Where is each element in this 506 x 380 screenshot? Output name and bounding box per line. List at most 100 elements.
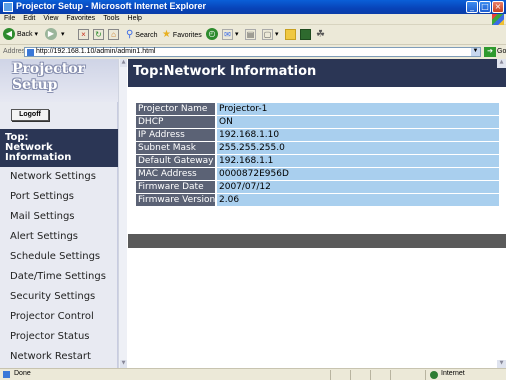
maximize-button[interactable]: □ (479, 1, 491, 13)
table-row: Projector Name Projector-1 (136, 103, 499, 115)
address-input[interactable]: http://192.168.1.10/admin/admin1.html ▼ (24, 47, 481, 57)
windows-logo-icon (492, 14, 504, 25)
edit-button[interactable]: ▢ ▾ (262, 28, 278, 42)
search-button[interactable]: ⚲ Search (126, 28, 157, 42)
print-button[interactable]: ▤ (245, 28, 256, 42)
internet-zone-icon (430, 371, 438, 379)
print-icon: ▤ (245, 28, 256, 40)
footer-bar (128, 234, 506, 248)
row-value: 2007/07/12 (217, 181, 499, 193)
sidebar-item-network-restart[interactable]: Network Restart (0, 347, 118, 367)
go-button[interactable]: Go (497, 48, 506, 55)
sidebar-item-mail-settings[interactable]: Mail Settings (0, 207, 118, 227)
logo-area: Projector Setup (0, 59, 118, 102)
main-scroll-up-icon[interactable]: ▲ (497, 59, 506, 68)
stop-button[interactable]: × (78, 28, 89, 42)
table-row: IP Address 192.168.1.10 (136, 129, 499, 141)
logoff-button[interactable]: Logoff (11, 109, 49, 121)
folder-button[interactable] (285, 28, 296, 42)
star-icon: ★ (162, 29, 171, 40)
menu-file[interactable]: File (0, 14, 19, 22)
projector-setup-logo: Projector Setup (12, 61, 85, 93)
row-label: Subnet Mask (136, 142, 215, 154)
minimize-button[interactable]: _ (466, 1, 478, 13)
menu-view[interactable]: View (39, 14, 62, 22)
favorites-label: Favorites (172, 32, 202, 39)
menu-favorites[interactable]: Favorites (62, 14, 99, 22)
sidebar-item-datetime-settings[interactable]: Date/Time Settings (0, 267, 118, 287)
row-label: Firmware Date (136, 181, 215, 193)
network-info-table: Projector Name Projector-1 DHCP ON IP Ad… (136, 103, 499, 207)
row-value: 2.06 (217, 194, 499, 206)
forward-button[interactable]: ▶ ▾ (45, 28, 64, 42)
sidebar-scrollbar[interactable]: ▲ ▼ (118, 59, 127, 368)
scroll-down-icon[interactable]: ▼ (120, 360, 127, 368)
close-button[interactable]: × (492, 1, 504, 13)
sidebar-item-schedule-settings[interactable]: Schedule Settings (0, 247, 118, 267)
status-divider (425, 370, 426, 380)
menu-edit[interactable]: Edit (19, 14, 39, 22)
mail-icon: ✉ (222, 28, 233, 40)
research-icon (300, 28, 311, 40)
favorites-button[interactable]: ★ Favorites (162, 28, 202, 42)
sidebar-item-projector-status[interactable]: Projector Status (0, 327, 118, 347)
table-row: MAC Address 0000872E956D (136, 168, 499, 180)
row-label: Default Gateway (136, 155, 215, 167)
menu-bar: File Edit View Favorites Tools Help (0, 14, 506, 25)
status-divider (370, 370, 371, 380)
folder-icon (285, 28, 296, 40)
home-icon: ⌂ (108, 28, 119, 40)
row-label: Firmware Version (136, 194, 215, 206)
table-row: DHCP ON (136, 116, 499, 128)
page-content: Projector Setup Logoff Top: Network Info… (0, 59, 506, 368)
status-divider (350, 370, 351, 380)
address-dropdown-icon[interactable]: ▼ (471, 48, 480, 56)
sidebar-menu: Network Settings Port Settings Mail Sett… (0, 167, 118, 367)
back-arrow-icon: ◀ (3, 28, 15, 41)
edit-icon: ▢ (262, 28, 273, 40)
sidebar-item-projector-control[interactable]: Projector Control (0, 307, 118, 327)
mail-button[interactable]: ✉ ▾ (222, 28, 238, 42)
sidebar-item-security-settings[interactable]: Security Settings (0, 287, 118, 307)
address-bar: Address http://192.168.1.10/admin/admin1… (0, 46, 506, 58)
back-button[interactable]: ◀ Back ▾ (3, 28, 38, 42)
back-label: Back (17, 31, 33, 38)
status-divider (390, 370, 391, 380)
row-value: 255.255.255.0 (217, 142, 499, 154)
row-label: Projector Name (136, 103, 215, 115)
research-button[interactable] (300, 28, 311, 42)
search-label: Search (135, 32, 158, 39)
go-arrow-icon[interactable]: ➔ (484, 47, 496, 57)
sidebar-item-network-settings[interactable]: Network Settings (0, 167, 118, 187)
toolbar: ◀ Back ▾ ▶ ▾ × ↻ ⌂ ⚲ Search ★ Favorites ◴… (0, 25, 506, 45)
table-row: Firmware Version 2.06 (136, 194, 499, 206)
row-value: 192.168.1.1 (217, 155, 499, 167)
sidebar-item-port-settings[interactable]: Port Settings (0, 187, 118, 207)
ie-app-icon (3, 2, 13, 12)
refresh-button[interactable]: ↻ (93, 28, 104, 42)
table-row: Default Gateway 192.168.1.1 (136, 155, 499, 167)
sidebar-current-page: Top: Network Information (0, 129, 118, 167)
page-done-icon (3, 371, 10, 378)
address-url: http://192.168.1.10/admin/admin1.html (36, 48, 156, 55)
history-button[interactable]: ◴ (206, 28, 220, 42)
menu-tools[interactable]: Tools (99, 14, 123, 22)
main-header: Top:Network Information ▲ (128, 59, 506, 87)
window-title: Projector Setup - Microsoft Internet Exp… (16, 1, 207, 11)
main-scroll-down-icon[interactable]: ▼ (497, 360, 506, 368)
zone-label: Internet (441, 370, 465, 377)
home-button[interactable]: ⌂ (108, 28, 119, 42)
scroll-up-icon[interactable]: ▲ (120, 59, 127, 67)
row-label: MAC Address (136, 168, 215, 180)
row-label: IP Address (136, 129, 215, 141)
window-title-bar: Projector Setup - Microsoft Internet Exp… (0, 0, 506, 14)
status-bar: Done Internet (0, 368, 506, 380)
sidebar-item-alert-settings[interactable]: Alert Settings (0, 227, 118, 247)
page-title: Top:Network Information (133, 64, 317, 79)
messenger-button[interactable]: ☘ (316, 28, 325, 42)
history-icon: ◴ (206, 28, 218, 41)
menu-help[interactable]: Help (124, 14, 146, 22)
forward-arrow-icon: ▶ (45, 28, 57, 41)
status-text: Done (14, 370, 31, 377)
search-icon: ⚲ (126, 29, 134, 40)
